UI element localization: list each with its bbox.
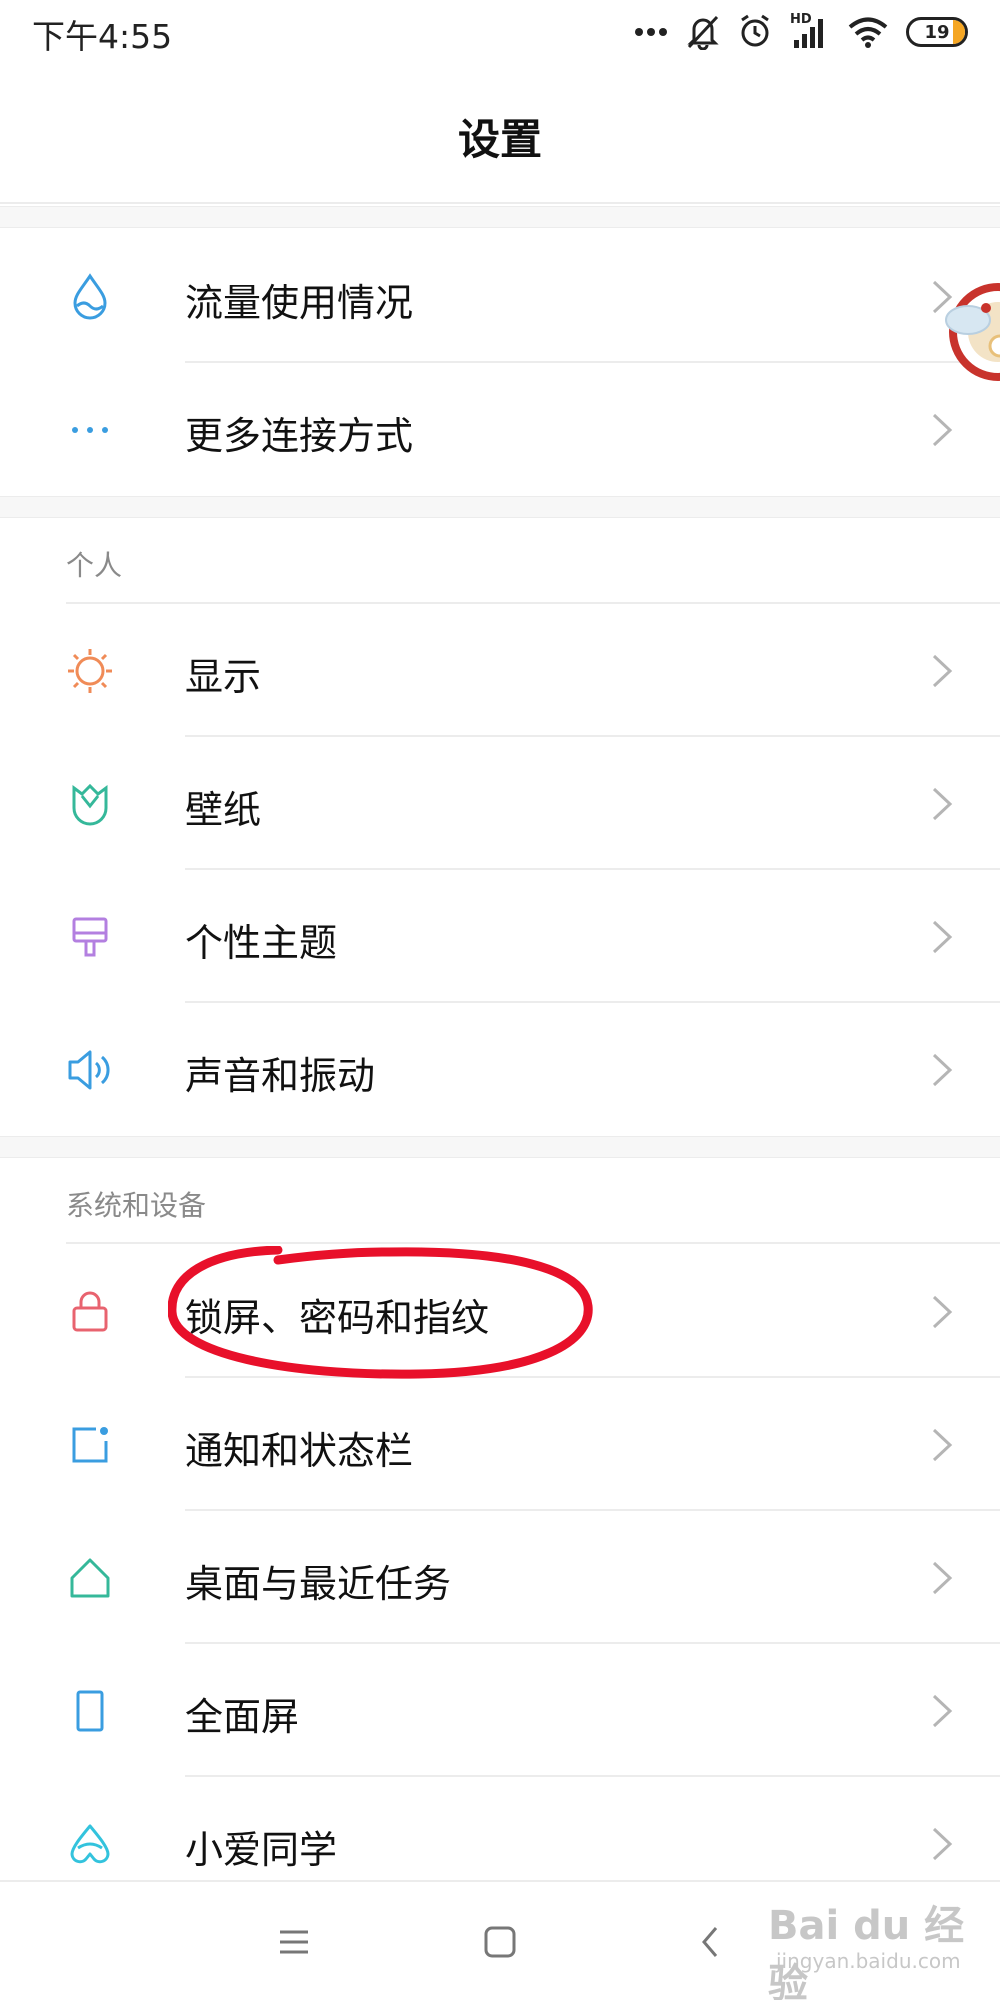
group-gap <box>0 1136 1000 1158</box>
xiaoai-icon <box>62 1819 118 1869</box>
watermark-sub: jingyan.baidu.com <box>776 1949 961 1973</box>
home-button[interactable] <box>470 1912 530 1972</box>
back-icon <box>702 1927 718 1957</box>
signal-icon: HD <box>790 12 830 50</box>
settings-item-more-connections[interactable]: 更多连接方式 <box>0 363 1000 496</box>
settings-item-data-usage[interactable]: 流量使用情况 <box>0 230 1000 363</box>
chevron-right-icon <box>932 1561 953 1595</box>
home-square-icon <box>484 1926 516 1958</box>
wifi-icon <box>848 17 888 48</box>
chevron-right-icon <box>932 787 953 821</box>
status-time: 下午4:55 <box>32 17 173 56</box>
divider <box>66 1242 1000 1244</box>
settings-item-label: 桌面与最近任务 <box>185 1562 452 1606</box>
chevron-right-icon <box>932 1295 953 1329</box>
menu-icon <box>280 1930 308 1954</box>
settings-item-label: 锁屏、密码和指纹 <box>185 1296 490 1340</box>
title-bar: 设置 <box>0 64 1000 204</box>
watermark: Bai du 经验 jingyan.baidu.com <box>768 1893 978 2000</box>
settings-item-label: 通知和状态栏 <box>185 1429 414 1473</box>
status-bar: 下午4:55 HD 19 <box>0 0 1000 64</box>
group-gap <box>0 206 1000 228</box>
section-header-personal: 个人 <box>0 518 1000 604</box>
settings-item-wallpaper[interactable]: 壁纸 <box>0 737 1000 870</box>
sound-icon <box>62 1045 118 1095</box>
settings-item-fullscreen[interactable]: 全面屏 <box>0 1644 1000 1777</box>
settings-item-sound[interactable]: 声音和振动 <box>0 1003 1000 1136</box>
chevron-right-icon <box>932 654 953 688</box>
theme-icon <box>62 912 118 962</box>
settings-item-notifications[interactable]: 通知和状态栏 <box>0 1378 1000 1511</box>
settings-item-label: 全面屏 <box>185 1695 300 1739</box>
battery-level: 19 <box>924 21 950 43</box>
group-gap <box>0 496 1000 518</box>
fullscreen-icon <box>62 1686 118 1736</box>
section-header-system: 系统和设备 <box>0 1158 1000 1244</box>
section-header-text: 个人 <box>66 549 123 582</box>
settings-item-label: 个性主题 <box>185 921 338 965</box>
section-header-text: 系统和设备 <box>66 1189 207 1222</box>
chevron-right-icon <box>932 920 953 954</box>
settings-item-display[interactable]: 显示 <box>0 604 1000 737</box>
chevron-right-icon <box>932 1428 953 1462</box>
status-icons: HD 19 <box>634 12 968 52</box>
back-button[interactable] <box>680 1912 740 1972</box>
data-usage-icon <box>62 272 118 322</box>
chevron-right-icon <box>932 1053 953 1087</box>
settings-item-label: 声音和振动 <box>185 1054 376 1098</box>
settings-item-label: 流量使用情况 <box>185 281 414 325</box>
page-title: 设置 <box>457 115 542 164</box>
settings-item-label: 显示 <box>185 655 262 699</box>
settings-item-theme[interactable]: 个性主题 <box>0 870 1000 1003</box>
home-icon <box>62 1553 118 1603</box>
wallpaper-icon <box>62 779 118 829</box>
floating-sticker-icon <box>945 283 1000 381</box>
chevron-right-icon <box>932 1694 953 1728</box>
settings-item-label: 更多连接方式 <box>185 414 414 458</box>
more-dots-icon <box>635 28 667 36</box>
more-connections-icon <box>62 405 118 455</box>
battery-fill <box>953 20 965 44</box>
watermark-main: Bai du 经验 <box>768 1903 965 2000</box>
settings-item-label: 壁纸 <box>185 788 262 832</box>
battery-icon: 19 <box>906 17 968 47</box>
chevron-right-icon <box>932 1827 953 1861</box>
menu-button[interactable] <box>264 1912 324 1972</box>
settings-item-home-recents[interactable]: 桌面与最近任务 <box>0 1511 1000 1644</box>
settings-item-lock-screen[interactable]: 锁屏、密码和指纹 <box>0 1245 1000 1378</box>
lock-icon <box>62 1287 118 1337</box>
chevron-right-icon <box>932 413 953 447</box>
alarm-icon <box>741 14 769 47</box>
notification-icon <box>62 1420 118 1470</box>
silent-bell-icon <box>687 15 719 50</box>
display-icon <box>62 646 118 696</box>
settings-item-label: 小爱同学 <box>185 1828 338 1872</box>
